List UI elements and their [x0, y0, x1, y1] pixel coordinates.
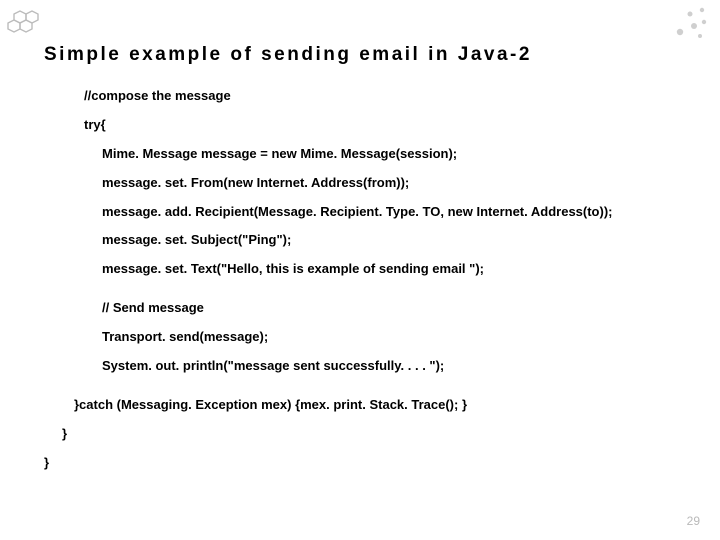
code-line: message. add. Recipient(Message. Recipie… — [84, 204, 690, 221]
slide-title: Simple example of sending email in Java-… — [44, 44, 532, 66]
code-line: Mime. Message message = new Mime. Messag… — [102, 146, 690, 163]
code-line: // Send message — [102, 300, 690, 317]
code-line: } — [62, 426, 690, 443]
code-block: //compose the message try{ Mime. Message… — [44, 82, 690, 472]
code-line: message. set. Text("Hello, this is examp… — [102, 261, 690, 278]
code-line: System. out. println("message sent succe… — [102, 358, 690, 375]
code-line: try{ — [84, 117, 690, 134]
code-line: message. set. From(new Internet. Address… — [102, 175, 690, 192]
code-line: //compose the message — [84, 88, 690, 105]
code-line: Transport. send(message); — [102, 329, 690, 346]
code-line: }catch (Messaging. Exception mex) {mex. … — [74, 397, 690, 414]
page-number: 29 — [687, 514, 700, 528]
code-line: message. set. Subject("Ping"); — [102, 232, 690, 249]
logo-left-icon — [6, 6, 46, 38]
code-line: } — [44, 455, 690, 472]
logo-right-icon — [664, 4, 712, 44]
